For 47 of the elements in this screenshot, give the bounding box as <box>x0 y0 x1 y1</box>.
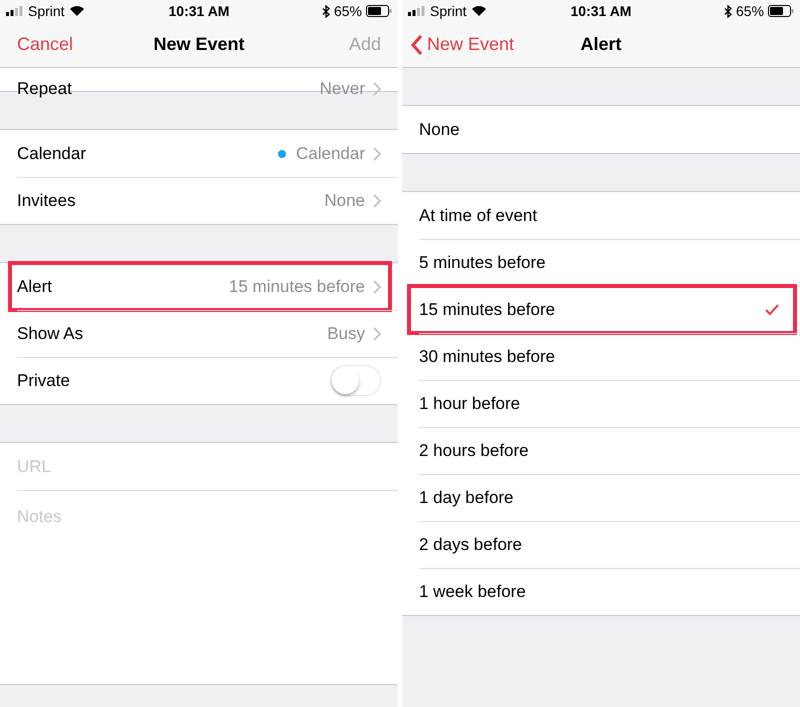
bluetooth-icon <box>322 4 330 18</box>
row-label: Calendar <box>17 142 86 165</box>
row-label: Private <box>17 370 70 392</box>
chevron-icon <box>373 146 381 160</box>
row-label: Show As <box>17 322 84 345</box>
alert-option[interactable]: 2 hours before <box>402 427 800 474</box>
signal-icon <box>6 6 24 16</box>
row-label: Alert <box>17 276 52 298</box>
row-value: None <box>324 190 365 212</box>
battery-icon <box>768 5 794 17</box>
back-button[interactable]: New Event <box>411 31 514 58</box>
row-value: Busy <box>327 322 365 345</box>
chevron-icon <box>373 194 381 208</box>
battery-icon <box>366 5 392 17</box>
status-time: 10:31 AM <box>168 2 230 20</box>
add-button: Add <box>348 31 381 58</box>
alert-option[interactable]: None <box>402 106 800 153</box>
signal-icon <box>408 6 426 16</box>
row-value: 15 minutes before <box>228 276 365 298</box>
cancel-button[interactable]: Cancel <box>17 31 74 58</box>
status-time: 10:31 AM <box>570 2 632 20</box>
wifi-icon <box>470 5 487 17</box>
chevron-icon <box>373 280 381 294</box>
row-value: Never <box>320 80 365 97</box>
back-chevron-icon <box>411 34 423 56</box>
row-value: Calendar <box>296 142 365 165</box>
nav-title: Alert <box>580 33 622 56</box>
battery-percent: 65% <box>736 2 764 20</box>
wifi-icon <box>68 5 85 17</box>
bluetooth-icon <box>724 4 732 18</box>
alert-option[interactable]: 1 week before <box>402 568 800 615</box>
battery-percent: 65% <box>334 2 362 20</box>
alert-option[interactable]: 1 day before <box>402 474 800 521</box>
notes-field[interactable]: Notes <box>17 504 381 544</box>
carrier-name: Sprint <box>28 2 65 21</box>
row-label: Repeat <box>17 80 72 97</box>
alert-option[interactable]: 1 hour before <box>402 380 800 427</box>
chevron-icon <box>373 326 381 340</box>
row-label: Invitees <box>17 190 76 212</box>
alert-option[interactable]: 30 minutes before <box>402 333 800 380</box>
toggle-switch[interactable] <box>330 365 381 396</box>
alert-option[interactable]: 5 minutes before <box>402 239 800 286</box>
url-field[interactable]: URL <box>17 454 381 480</box>
alert-option[interactable]: At time of event <box>402 192 800 239</box>
carrier-name: Sprint <box>430 2 467 21</box>
nav-title: New Event <box>153 33 245 56</box>
alert-option[interactable]: 2 days before <box>402 521 800 568</box>
